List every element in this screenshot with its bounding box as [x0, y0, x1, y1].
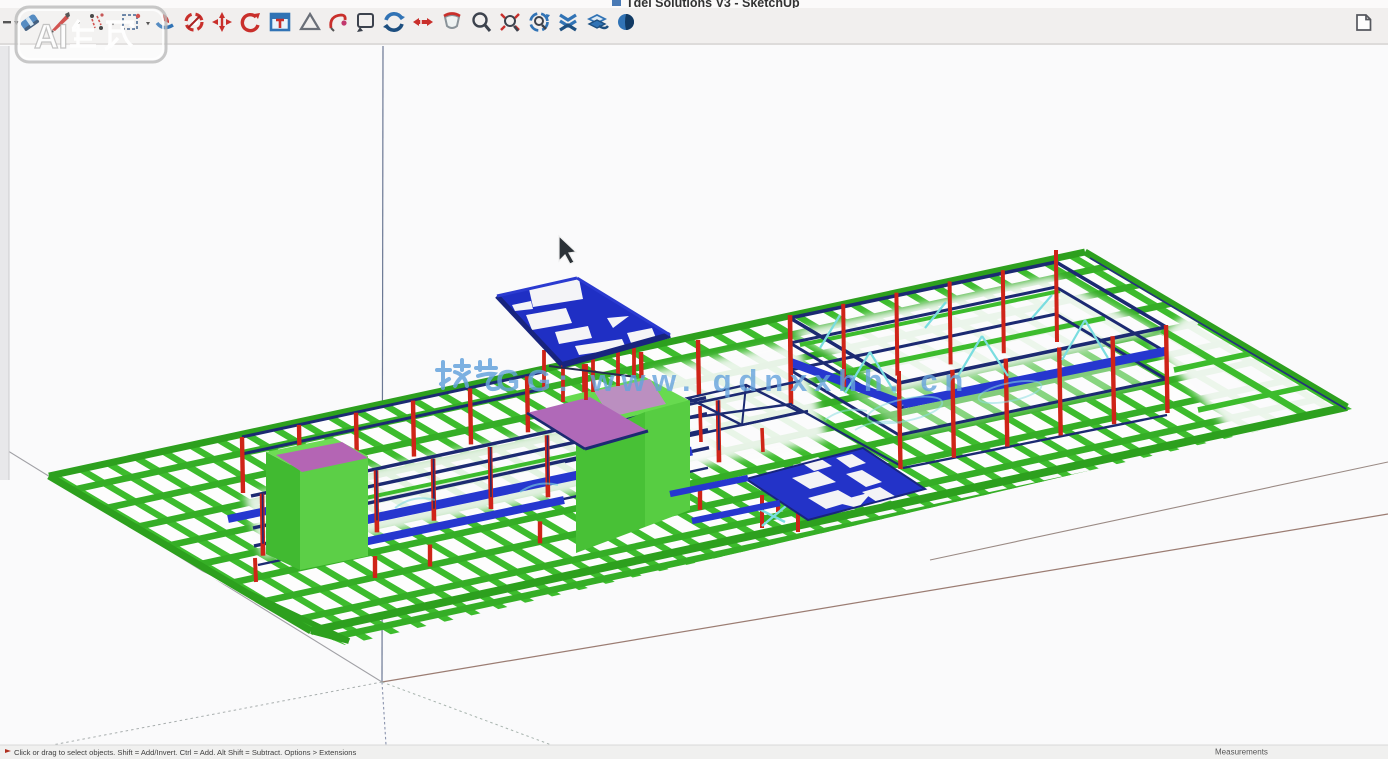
- svg-text:GG: www. qdnxxhh. cn: GG: www. qdnxxhh. cn: [496, 363, 970, 398]
- svg-text:Measurements: Measurements: [1215, 748, 1268, 757]
- svg-text:AI: AI: [34, 18, 68, 56]
- svg-text:Click or drag to select object: Click or drag to select objects. Shift =…: [14, 748, 357, 757]
